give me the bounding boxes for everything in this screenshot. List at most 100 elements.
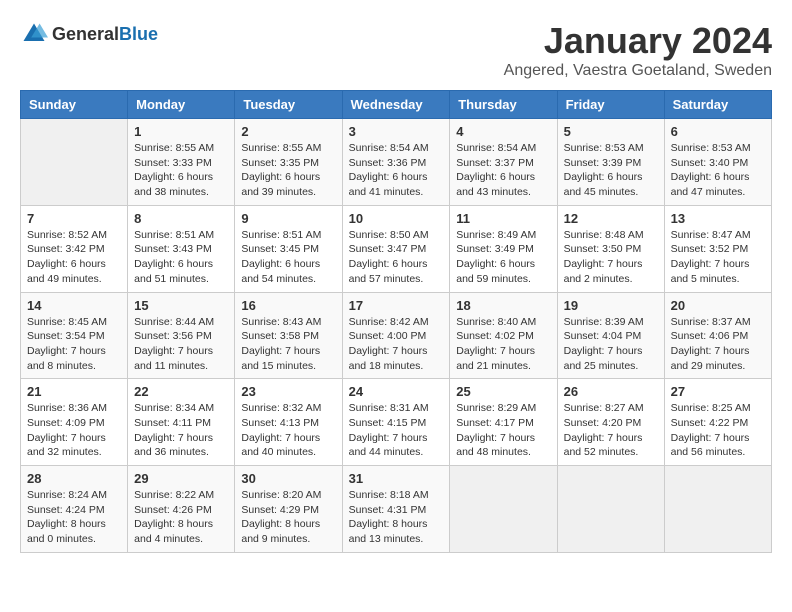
calendar-cell: 29Sunrise: 8:22 AM Sunset: 4:26 PM Dayli… xyxy=(128,466,235,553)
calendar-cell: 12Sunrise: 8:48 AM Sunset: 3:50 PM Dayli… xyxy=(557,205,664,292)
day-number: 31 xyxy=(349,471,444,486)
day-info: Sunrise: 8:54 AM Sunset: 3:36 PM Dayligh… xyxy=(349,141,444,200)
calendar-cell: 26Sunrise: 8:27 AM Sunset: 4:20 PM Dayli… xyxy=(557,379,664,466)
day-number: 14 xyxy=(27,298,121,313)
calendar-cell: 30 Sunrise: 8:20 AM Sunset: 4:29 PM Dayli… xyxy=(235,466,342,553)
day-number: 15 xyxy=(134,298,228,313)
location-title: Angered, Vaestra Goetaland, Sweden xyxy=(504,62,772,80)
day-number: 21 xyxy=(27,384,121,399)
calendar-cell: 4 Sunrise: 8:54 AM Sunset: 3:37 PM Daylig… xyxy=(450,119,557,206)
day-number: 9 xyxy=(241,211,335,226)
day-info: Sunrise: 8:53 AM Sunset: 3:39 PM Dayligh… xyxy=(564,141,658,200)
col-header-friday: Friday xyxy=(557,91,664,119)
calendar-cell: 11Sunrise: 8:49 AM Sunset: 3:49 PM Dayli… xyxy=(450,205,557,292)
calendar-cell: 17Sunrise: 8:42 AM Sunset: 4:00 PM Dayli… xyxy=(342,292,450,379)
day-number: 1 xyxy=(134,124,228,139)
col-header-monday: Monday xyxy=(128,91,235,119)
calendar-cell: 15 Sunrise: 8:44 AM Sunset: 3:56 PM Dayli… xyxy=(128,292,235,379)
day-info: Sunrise: 8:50 AM Sunset: 3:47 PM Dayligh… xyxy=(349,228,444,287)
calendar-cell xyxy=(21,119,128,206)
day-number: 4 xyxy=(456,124,550,139)
week-row-5: 28Sunrise: 8:24 AM Sunset: 4:24 PM Dayli… xyxy=(21,466,772,553)
day-number: 13 xyxy=(671,211,765,226)
day-info: Sunrise: 8:52 AM Sunset: 3:42 PM Dayligh… xyxy=(27,228,121,287)
calendar-cell: 20Sunrise: 8:37 AM Sunset: 4:06 PM Dayli… xyxy=(664,292,771,379)
day-info: Sunrise: 8:55 AM Sunset: 3:35 PM Dayligh… xyxy=(241,141,335,200)
day-number: 23 xyxy=(241,384,335,399)
col-header-wednesday: Wednesday xyxy=(342,91,450,119)
calendar-cell: 13 Sunrise: 8:47 AM Sunset: 3:52 PM Dayli… xyxy=(664,205,771,292)
day-number: 12 xyxy=(564,211,658,226)
day-number: 20 xyxy=(671,298,765,313)
day-info: Sunrise: 8:51 AM Sunset: 3:45 PM Dayligh… xyxy=(241,228,335,287)
calendar-cell: 3 Sunrise: 8:54 AM Sunset: 3:36 PM Daylig… xyxy=(342,119,450,206)
day-info: Sunrise: 8:54 AM Sunset: 3:37 PM Dayligh… xyxy=(456,141,550,200)
day-info: Sunrise: 8:18 AM Sunset: 4:31 PM Dayligh… xyxy=(349,488,444,547)
day-number: 7 xyxy=(27,211,121,226)
calendar-cell: 7 Sunrise: 8:52 AM Sunset: 3:42 PM Daylig… xyxy=(21,205,128,292)
logo-general: General xyxy=(52,24,119,44)
calendar-cell: 22 Sunrise: 8:34 AM Sunset: 4:11 PM Dayli… xyxy=(128,379,235,466)
calendar-cell: 10 Sunrise: 8:50 AM Sunset: 3:47 PM Dayli… xyxy=(342,205,450,292)
calendar-cell: 28Sunrise: 8:24 AM Sunset: 4:24 PM Dayli… xyxy=(21,466,128,553)
logo-text: GeneralBlue xyxy=(52,24,158,45)
day-info: Sunrise: 8:44 AM Sunset: 3:56 PM Dayligh… xyxy=(134,315,228,374)
calendar-cell: 31 Sunrise: 8:18 AM Sunset: 4:31 PM Dayli… xyxy=(342,466,450,553)
day-number: 16 xyxy=(241,298,335,313)
day-info: Sunrise: 8:39 AM Sunset: 4:04 PM Dayligh… xyxy=(564,315,658,374)
week-row-1: 1Sunrise: 8:55 AM Sunset: 3:33 PM Daylig… xyxy=(21,119,772,206)
calendar-cell: 19 Sunrise: 8:39 AM Sunset: 4:04 PM Dayli… xyxy=(557,292,664,379)
calendar-cell: 23 Sunrise: 8:32 AM Sunset: 4:13 PM Dayli… xyxy=(235,379,342,466)
calendar-cell: 25 Sunrise: 8:29 AM Sunset: 4:17 PM Dayli… xyxy=(450,379,557,466)
week-row-3: 14Sunrise: 8:45 AM Sunset: 3:54 PM Dayli… xyxy=(21,292,772,379)
day-number: 10 xyxy=(349,211,444,226)
day-number: 11 xyxy=(456,211,550,226)
day-info: Sunrise: 8:43 AM Sunset: 3:58 PM Dayligh… xyxy=(241,315,335,374)
logo-icon xyxy=(20,20,48,48)
col-header-saturday: Saturday xyxy=(664,91,771,119)
calendar-cell: 8Sunrise: 8:51 AM Sunset: 3:43 PM Daylig… xyxy=(128,205,235,292)
day-number: 3 xyxy=(349,124,444,139)
day-info: Sunrise: 8:25 AM Sunset: 4:22 PM Dayligh… xyxy=(671,401,765,460)
calendar-table: SundayMondayTuesdayWednesdayThursdayFrid… xyxy=(20,90,772,553)
day-info: Sunrise: 8:29 AM Sunset: 4:17 PM Dayligh… xyxy=(456,401,550,460)
day-info: Sunrise: 8:53 AM Sunset: 3:40 PM Dayligh… xyxy=(671,141,765,200)
day-number: 17 xyxy=(349,298,444,313)
day-number: 2 xyxy=(241,124,335,139)
col-header-thursday: Thursday xyxy=(450,91,557,119)
day-info: Sunrise: 8:51 AM Sunset: 3:43 PM Dayligh… xyxy=(134,228,228,287)
day-info: Sunrise: 8:47 AM Sunset: 3:52 PM Dayligh… xyxy=(671,228,765,287)
calendar-header-row: SundayMondayTuesdayWednesdayThursdayFrid… xyxy=(21,91,772,119)
day-info: Sunrise: 8:34 AM Sunset: 4:11 PM Dayligh… xyxy=(134,401,228,460)
day-number: 30 xyxy=(241,471,335,486)
day-info: Sunrise: 8:36 AM Sunset: 4:09 PM Dayligh… xyxy=(27,401,121,460)
day-info: Sunrise: 8:32 AM Sunset: 4:13 PM Dayligh… xyxy=(241,401,335,460)
day-number: 5 xyxy=(564,124,658,139)
month-title: January 2024 xyxy=(504,20,772,62)
header: GeneralBlue January 2024 Angered, Vaestr… xyxy=(20,20,772,80)
day-number: 19 xyxy=(564,298,658,313)
week-row-2: 7 Sunrise: 8:52 AM Sunset: 3:42 PM Daylig… xyxy=(21,205,772,292)
day-number: 26 xyxy=(564,384,658,399)
logo-blue: Blue xyxy=(119,24,158,44)
calendar-cell xyxy=(557,466,664,553)
calendar-cell: 5 Sunrise: 8:53 AM Sunset: 3:39 PM Daylig… xyxy=(557,119,664,206)
day-number: 22 xyxy=(134,384,228,399)
day-info: Sunrise: 8:31 AM Sunset: 4:15 PM Dayligh… xyxy=(349,401,444,460)
title-area: January 2024 Angered, Vaestra Goetaland,… xyxy=(504,20,772,80)
logo: GeneralBlue xyxy=(20,20,158,48)
calendar-cell: 2 Sunrise: 8:55 AM Sunset: 3:35 PM Daylig… xyxy=(235,119,342,206)
col-header-tuesday: Tuesday xyxy=(235,91,342,119)
day-number: 18 xyxy=(456,298,550,313)
day-number: 24 xyxy=(349,384,444,399)
calendar-cell: 14Sunrise: 8:45 AM Sunset: 3:54 PM Dayli… xyxy=(21,292,128,379)
day-info: Sunrise: 8:20 AM Sunset: 4:29 PM Dayligh… xyxy=(241,488,335,547)
day-number: 25 xyxy=(456,384,550,399)
day-info: Sunrise: 8:40 AM Sunset: 4:02 PM Dayligh… xyxy=(456,315,550,374)
col-header-sunday: Sunday xyxy=(21,91,128,119)
calendar-cell xyxy=(450,466,557,553)
day-info: Sunrise: 8:24 AM Sunset: 4:24 PM Dayligh… xyxy=(27,488,121,547)
day-number: 29 xyxy=(134,471,228,486)
calendar-cell: 27Sunrise: 8:25 AM Sunset: 4:22 PM Dayli… xyxy=(664,379,771,466)
calendar-cell: 9 Sunrise: 8:51 AM Sunset: 3:45 PM Daylig… xyxy=(235,205,342,292)
